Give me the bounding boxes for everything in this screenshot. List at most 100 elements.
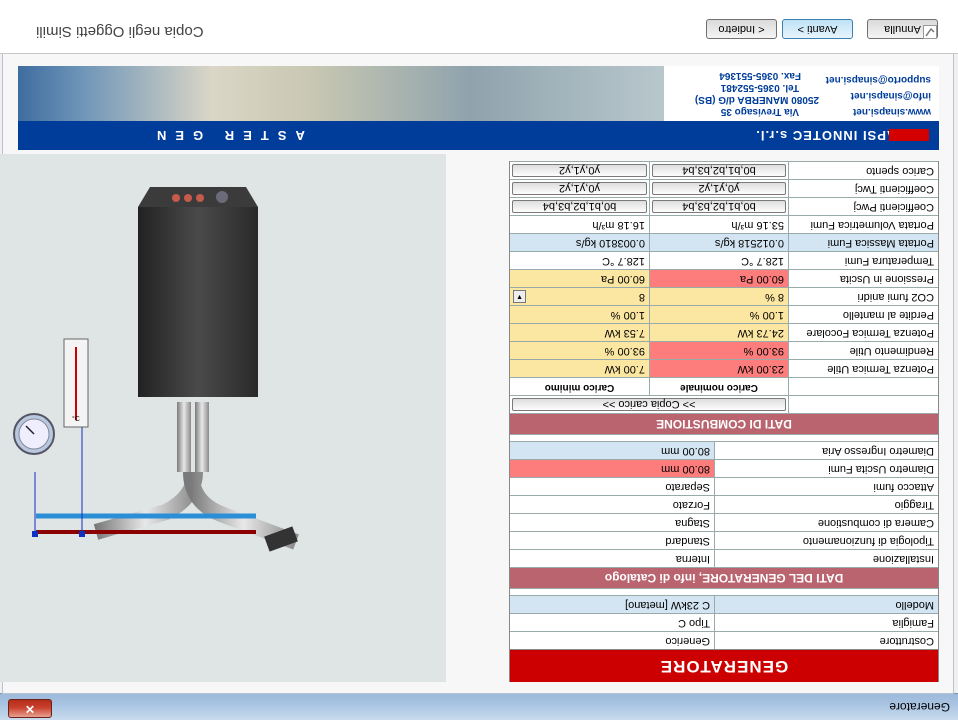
table-row: >> Copia carico >> xyxy=(510,395,938,413)
value-nominal[interactable]: 93.00 % xyxy=(649,342,788,359)
web-link[interactable]: www.sinapsi.net xyxy=(853,106,931,117)
table-row: Diametro Uscita Fumi 80.00 mm xyxy=(510,459,938,477)
generator-banner: GENERATORE xyxy=(510,649,938,682)
value-minimum[interactable]: 60.00 Pa xyxy=(510,270,649,287)
thermometer-unit: °C xyxy=(72,415,80,423)
coef-twcj-nominal-button[interactable]: y0,y1,y2 xyxy=(652,182,786,195)
table-row: Installazione Interna xyxy=(510,549,938,567)
value-minimum[interactable]: 93.00 % xyxy=(510,342,649,359)
row-label: Famiglia xyxy=(714,614,938,631)
row-label: Coefficienti Twcj xyxy=(788,180,938,197)
row-label xyxy=(788,396,938,413)
row-value[interactable]: 80.00 mm xyxy=(510,442,714,459)
table-row: Coefficienti Twcj y0,y1,y2 y0,y1,y2 xyxy=(510,179,938,197)
fax-number: Fax. 0365-551364 xyxy=(719,70,801,81)
row-label: Rendimento Utile xyxy=(788,342,938,359)
value-nominal[interactable]: 128.7 °C xyxy=(649,252,788,269)
value-nominal[interactable]: 23.00 kW xyxy=(649,360,788,377)
row-value[interactable]: Forzato xyxy=(510,496,714,513)
table-row: Potenza Termica Utile 23.00 kW 7.00 kW xyxy=(510,359,938,377)
coef-cell: b0,b1,b2,b3,b4 xyxy=(510,198,649,215)
row-label: Tiraggio xyxy=(714,496,938,513)
row-spacer xyxy=(510,434,938,441)
row-label: Carico spento xyxy=(788,162,938,179)
coef-twcj-minimum-button[interactable]: y0,y1,y2 xyxy=(512,182,647,195)
value-minimum[interactable]: 0.003810 kg/s xyxy=(510,234,649,251)
wizard-header: Annulla Avanti > < Indietro Copia negli … xyxy=(0,0,958,54)
section-header-combustion: DATI DI COMBUSTIONE xyxy=(510,413,938,434)
copy-load-button[interactable]: >> Copia carico >> xyxy=(512,398,786,411)
value-minimum[interactable]: 7.00 kW xyxy=(510,360,649,377)
wizard-title: Copia negli Oggetti Simili xyxy=(36,23,204,40)
copy-load-cell: >> Copia carico >> xyxy=(510,396,788,413)
header-logo-bar: SINAPSI INNOTEC s.r.l. ASTER GEN www.sin… xyxy=(18,66,939,150)
off-load-minimum-button[interactable]: y0,y1,y2 xyxy=(512,164,647,177)
value-nominal[interactable]: 24.73 kW xyxy=(649,324,788,341)
screen: Generatore ✕ GENERATORE Costruttore Gene… xyxy=(0,0,958,720)
row-label: Potenza Termica Utile xyxy=(788,360,938,377)
brand-logo-mark xyxy=(889,129,929,141)
table-row: Potenza Termica Focolare 24.73 kW 7.53 k… xyxy=(510,323,938,341)
coef-cell: y0,y1,y2 xyxy=(510,180,649,197)
coef-pwcj-minimum-button[interactable]: b0,b1,b2,b3,b4 xyxy=(512,200,647,213)
off-load-nominal-button[interactable]: b0,b1,b2,b3,b4 xyxy=(652,164,786,177)
value-minimum[interactable]: 7.53 kW xyxy=(510,324,649,341)
row-value[interactable]: Standard xyxy=(510,532,714,549)
value-nominal[interactable]: 53.16 m³/h xyxy=(649,216,788,233)
column-header-nominal: Carico nominale xyxy=(649,378,788,395)
header-photo-collage xyxy=(18,66,664,121)
row-value[interactable]: Interna xyxy=(510,550,714,567)
table-row: Carico nominale Carico minimo xyxy=(510,377,938,395)
value-minimum[interactable]: 8 xyxy=(639,291,645,303)
row-value[interactable]: Stagna xyxy=(510,514,714,531)
wizard-check-icon xyxy=(923,25,937,39)
email-support-link[interactable]: supporto@sinapsi.net xyxy=(826,74,931,85)
table-row: Pressione in Uscita 60.00 Pa 60.00 Pa xyxy=(510,269,938,287)
value-minimum[interactable]: 16.18 m³/h xyxy=(510,216,649,233)
co2-minimum-dropdown[interactable]: 8 ▼ xyxy=(510,288,649,305)
row-label: Diametro Ingresso Aria xyxy=(714,442,938,459)
thermometer-icon: °C xyxy=(63,338,89,428)
value-minimum[interactable]: 1.00 % xyxy=(510,306,649,323)
dropdown-arrow-icon[interactable]: ▼ xyxy=(513,290,526,303)
row-label: Potenza Termica Focolare xyxy=(788,324,938,341)
contact-info: www.sinapsi.net info@sinapsi.net support… xyxy=(664,66,939,121)
table-row: Modello C 23kW [metano] xyxy=(510,595,938,613)
value-nominal[interactable]: 0.012518 kg/s xyxy=(649,234,788,251)
next-button[interactable]: Avanti > xyxy=(782,19,853,39)
row-spacer xyxy=(510,588,938,595)
table-row: Carico spento b0,b1,b2,b3,b4 y0,y1,y2 xyxy=(510,161,938,179)
phone-number: Tel. 0365-552481 xyxy=(720,82,799,93)
generator-table: GENERATORE Costruttore Generico Famiglia… xyxy=(509,161,939,682)
table-row: Famiglia Tipo C xyxy=(510,613,938,631)
value-nominal[interactable]: 60.00 Pa xyxy=(649,270,788,287)
back-button[interactable]: < Indietro xyxy=(706,19,777,39)
row-value[interactable]: C 23kW [metano] xyxy=(510,596,714,613)
close-button[interactable]: ✕ xyxy=(8,699,52,718)
row-label: Pressione in Uscita xyxy=(788,270,938,287)
title-bar: Generatore ✕ xyxy=(0,693,958,720)
row-value[interactable]: Generico xyxy=(510,632,714,649)
value-minimum[interactable]: 128.7 °C xyxy=(510,252,649,269)
table-row: Portata Volumetrica Fumi 53.16 m³/h 16.1… xyxy=(510,215,938,233)
row-value[interactable]: Tipo C xyxy=(510,614,714,631)
table-row: CO2 fumi anidri 8 % 8 ▼ xyxy=(510,287,938,305)
value-nominal[interactable]: 8 % xyxy=(649,288,788,305)
email-info-link[interactable]: info@sinapsi.net xyxy=(851,90,931,101)
row-label: Camera di combustione xyxy=(714,514,938,531)
coef-pwcj-nominal-button[interactable]: b0,b1,b2,b3,b4 xyxy=(652,200,786,213)
close-icon: ✕ xyxy=(24,702,36,716)
flue-pipes xyxy=(93,402,299,552)
row-label: CO2 fumi anidri xyxy=(788,288,938,305)
row-label: Costruttore xyxy=(714,632,938,649)
boiler-diagram: °C xyxy=(13,187,299,552)
pressure-gauge-icon xyxy=(13,413,55,455)
window: Generatore ✕ GENERATORE Costruttore Gene… xyxy=(0,0,958,720)
row-label: Temperatura Fumi xyxy=(788,252,938,269)
coef-cell: y0,y1,y2 xyxy=(649,180,788,197)
generator-illustration: °C xyxy=(0,154,446,682)
row-value[interactable]: Separato xyxy=(510,478,714,495)
value-nominal[interactable]: 1.00 % xyxy=(649,306,788,323)
row-value[interactable]: 80.00 mm xyxy=(510,460,714,477)
row-label xyxy=(788,378,938,395)
